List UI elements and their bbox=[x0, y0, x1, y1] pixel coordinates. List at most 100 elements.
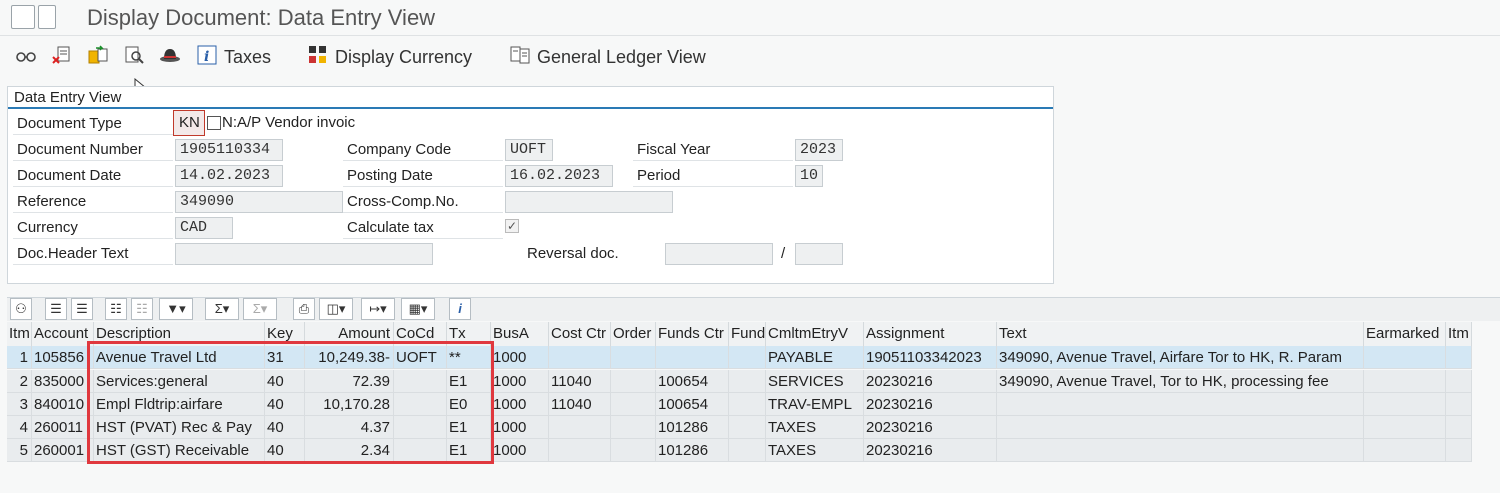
cell-busa: 1000 bbox=[491, 416, 549, 439]
cell-cocd bbox=[394, 370, 447, 393]
col-order[interactable]: Order bbox=[611, 322, 656, 346]
value-help-icon[interactable] bbox=[207, 116, 221, 130]
col-costctr[interactable]: Cost Ctr bbox=[549, 322, 611, 346]
document-type-field[interactable]: KN bbox=[173, 110, 205, 136]
period-label: Period bbox=[633, 165, 793, 187]
reversal-year-field[interactable] bbox=[795, 243, 843, 265]
posting-date-field[interactable]: 16.02.2023 bbox=[505, 165, 613, 187]
grid-info-icon[interactable]: i bbox=[449, 298, 471, 320]
table-row[interactable]: 5 260001 HST (GST) Receivable 40 2.34 E1… bbox=[7, 439, 1472, 462]
cell-text bbox=[997, 393, 1364, 416]
find-next-icon[interactable]: ☷ bbox=[131, 298, 153, 320]
col-assignment[interactable]: Assignment bbox=[864, 322, 997, 346]
find-icon[interactable]: ☷ bbox=[105, 298, 127, 320]
layout-icon[interactable]: ▦▾ bbox=[401, 298, 435, 320]
transfer-icon[interactable] bbox=[86, 44, 110, 66]
posting-date-label: Posting Date bbox=[343, 165, 503, 187]
general-ledger-view-button[interactable]: General Ledger View bbox=[537, 47, 706, 68]
cell-cocd bbox=[394, 416, 447, 439]
calculate-tax-checkbox[interactable]: ✓ bbox=[505, 219, 519, 233]
col-tx[interactable]: Tx bbox=[447, 322, 491, 346]
export-icon[interactable]: ↦▾ bbox=[361, 298, 395, 320]
col-text[interactable]: Text bbox=[997, 322, 1364, 346]
menu-icon[interactable] bbox=[11, 5, 35, 29]
col-amount[interactable]: Amount bbox=[305, 322, 394, 346]
col-fund[interactable]: Fund bbox=[729, 322, 766, 346]
table-row[interactable]: 2 835000 Services:general 40 72.39 E1 10… bbox=[7, 370, 1472, 393]
sort-ascending-icon[interactable]: ☰ bbox=[45, 298, 67, 320]
cell-cocd: UOFT bbox=[394, 346, 447, 369]
group-divider bbox=[8, 107, 1053, 109]
reversal-separator: / bbox=[781, 245, 786, 262]
col-busa[interactable]: BusA bbox=[491, 322, 549, 346]
company-code-field[interactable]: UOFT bbox=[505, 139, 553, 161]
document-type-description: N:A/P Vendor invoic bbox=[222, 114, 356, 131]
cell-cmltm: TRAV-EMPL bbox=[766, 393, 864, 416]
table-row[interactable]: 3 840010 Empl Fldtrip:airfare 40 10,170.… bbox=[7, 393, 1472, 416]
filter-icon[interactable]: ▼▾ bbox=[159, 298, 193, 320]
period-field[interactable]: 10 bbox=[795, 165, 823, 187]
col-earmarked[interactable]: Earmarked bbox=[1364, 322, 1446, 346]
cell-description: Avenue Travel Ltd bbox=[94, 346, 265, 369]
total-icon[interactable]: Σ▾ bbox=[205, 298, 239, 320]
reversal-doc-field[interactable] bbox=[665, 243, 773, 265]
cross-comp-label: Cross-Comp.No. bbox=[343, 191, 503, 213]
hat-icon[interactable] bbox=[158, 44, 182, 66]
col-fundsctr[interactable]: Funds Ctr bbox=[656, 322, 729, 346]
table-row[interactable]: 4 260011 HST (PVAT) Rec & Pay 40 4.37 E1… bbox=[7, 416, 1472, 439]
cell-account: 260011 bbox=[32, 416, 94, 439]
details-icon[interactable]: ⚇ bbox=[10, 298, 32, 320]
cell-key: 40 bbox=[265, 393, 305, 416]
cell-fundsctr: 100654 bbox=[656, 393, 729, 416]
cell-assignment: 20230216 bbox=[864, 439, 997, 462]
display-currency-icon[interactable] bbox=[306, 44, 330, 66]
title-bar: Display Document: Data Entry View bbox=[0, 0, 1500, 36]
delete-document-icon[interactable] bbox=[50, 44, 74, 66]
fiscal-year-field[interactable]: 2023 bbox=[795, 139, 843, 161]
menu-dropdown-icon[interactable] bbox=[38, 5, 56, 29]
col-itm[interactable]: Itm bbox=[7, 322, 32, 346]
cell-description: HST (PVAT) Rec & Pay bbox=[94, 416, 265, 439]
table-row[interactable]: 1 105856 Avenue Travel Ltd 31 10,249.38-… bbox=[7, 346, 1472, 369]
reference-label: Reference bbox=[13, 191, 173, 213]
search-document-icon[interactable] bbox=[122, 44, 146, 66]
cell-text: 349090, Avenue Travel, Tor to HK, proces… bbox=[997, 370, 1364, 393]
fiscal-year-label: Fiscal Year bbox=[633, 139, 793, 161]
reference-field[interactable]: 349090 bbox=[175, 191, 343, 213]
currency-field[interactable]: CAD bbox=[175, 217, 233, 239]
col-cmltm[interactable]: CmltmEtryV bbox=[766, 322, 864, 346]
print-icon[interactable]: ⎙ bbox=[293, 298, 315, 320]
cell-fundsctr: 100654 bbox=[656, 370, 729, 393]
document-number-field[interactable]: 1905110334 bbox=[175, 139, 283, 161]
cell-busa: 1000 bbox=[491, 393, 549, 416]
cell-assignment: 20230216 bbox=[864, 416, 997, 439]
views-icon[interactable]: ◫▾ bbox=[319, 298, 353, 320]
col-account[interactable]: Account bbox=[32, 322, 94, 346]
cell-amount: 72.39 bbox=[305, 370, 394, 393]
cell-itm: 3 bbox=[7, 393, 32, 416]
document-date-field[interactable]: 14.02.2023 bbox=[175, 165, 283, 187]
glasses-icon[interactable] bbox=[14, 44, 38, 66]
subtotal-icon[interactable]: Σ▾ bbox=[243, 298, 277, 320]
col-description[interactable]: Description bbox=[94, 322, 265, 346]
display-currency-button[interactable]: Display Currency bbox=[335, 47, 472, 68]
cell-assignment: 20230216 bbox=[864, 370, 997, 393]
col-key[interactable]: Key bbox=[265, 322, 305, 346]
cell-itm: 5 bbox=[7, 439, 32, 462]
cell-fund bbox=[729, 370, 766, 393]
ledger-icon[interactable] bbox=[508, 44, 532, 66]
taxes-button[interactable]: Taxes bbox=[224, 47, 271, 68]
cell-account: 260001 bbox=[32, 439, 94, 462]
document-date-label: Document Date bbox=[13, 165, 173, 187]
cell-busa: 1000 bbox=[491, 439, 549, 462]
cell-busa: 1000 bbox=[491, 370, 549, 393]
sort-descending-icon[interactable]: ☰ bbox=[71, 298, 93, 320]
doc-header-text-field[interactable] bbox=[175, 243, 433, 265]
cell-itm2 bbox=[1446, 346, 1472, 369]
cell-tx: E1 bbox=[447, 370, 491, 393]
info-icon[interactable]: i bbox=[196, 44, 218, 66]
col-itm2[interactable]: Itm bbox=[1446, 322, 1472, 346]
cross-comp-field[interactable] bbox=[505, 191, 673, 213]
group-title: Data Entry View bbox=[14, 89, 122, 106]
col-cocd[interactable]: CoCd bbox=[394, 322, 447, 346]
